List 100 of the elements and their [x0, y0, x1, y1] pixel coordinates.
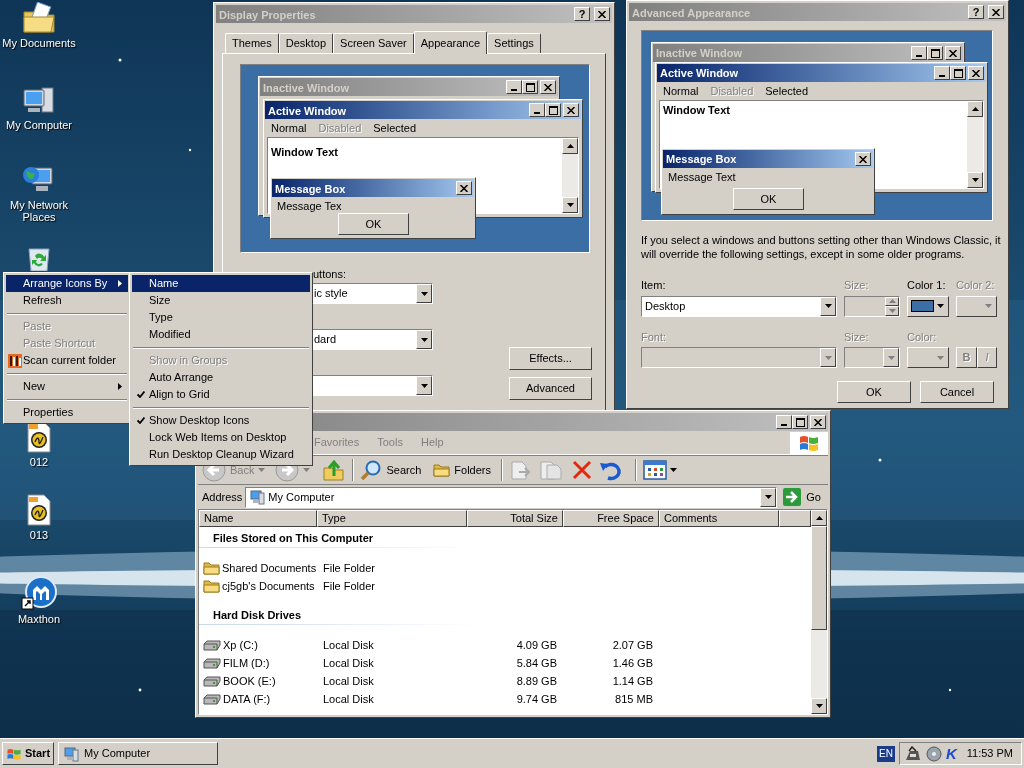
dialog-button[interactable]: OK: [837, 381, 911, 403]
file-name[interactable]: DATA (F:): [223, 690, 271, 708]
close-button[interactable]: [945, 46, 961, 60]
item-dropdown[interactable]: Desktop: [641, 295, 837, 317]
maximize-button[interactable]: [545, 103, 561, 117]
scroll-thumb[interactable]: [811, 526, 827, 630]
tab[interactable]: Desktop: [278, 33, 334, 53]
ok-button[interactable]: OK: [733, 188, 804, 210]
minimize-button[interactable]: [934, 66, 950, 80]
menu-item[interactable]: Properties: [6, 404, 128, 421]
menu-item[interactable]: Auto Arrange: [132, 369, 310, 386]
menu-item[interactable]: Selected: [765, 82, 809, 100]
icon-label[interactable]: My Network Places: [0, 199, 78, 223]
minimize-button[interactable]: [776, 415, 792, 429]
file-name[interactable]: cj5gb's Documents: [222, 577, 315, 595]
caret-icon: [258, 468, 266, 472]
dropdown-button[interactable]: [416, 376, 432, 395]
caret-icon: [937, 355, 944, 360]
scroll-up-button[interactable]: [811, 510, 827, 526]
tab[interactable]: Appearance: [413, 31, 488, 54]
column-header[interactable]: Free Space: [563, 510, 659, 527]
column-header[interactable]: Name: [199, 510, 317, 527]
color-picker-button[interactable]: [907, 295, 949, 317]
menu-item[interactable]: Scan current folder: [6, 352, 128, 369]
drive-icon: [203, 657, 221, 669]
dropdown-button[interactable]: [760, 487, 777, 507]
column-header[interactable]: Type: [317, 510, 467, 527]
scroll-down-button[interactable]: [811, 698, 827, 714]
ok-button[interactable]: OK: [338, 213, 409, 235]
dialog-button[interactable]: Effects...: [509, 347, 592, 370]
file-name[interactable]: BOOK (E:): [223, 672, 276, 690]
close-button[interactable]: [594, 7, 610, 21]
menu-item[interactable]: New: [6, 378, 128, 395]
icon-label[interactable]: Maxthon: [0, 613, 78, 625]
scroll-up-button[interactable]: [562, 138, 578, 154]
file-name[interactable]: FILM (D:): [223, 654, 270, 672]
dialog-button[interactable]: Advanced: [509, 377, 592, 400]
dropdown-button[interactable]: [416, 330, 432, 349]
menu-item[interactable]: Name: [132, 275, 310, 292]
delete-button[interactable]: [571, 459, 593, 481]
maximize-button[interactable]: [950, 66, 966, 80]
menu-item[interactable]: Arrange Icons By: [6, 275, 128, 292]
menu-item[interactable]: Align to Grid: [132, 386, 310, 403]
folders-button[interactable]: Folders: [433, 461, 491, 479]
maximize-button[interactable]: [927, 46, 943, 60]
icon-label[interactable]: My Computer: [0, 119, 78, 131]
table-cell: 2.07 GB: [612, 638, 653, 651]
tab[interactable]: Settings: [487, 33, 541, 53]
menu-item[interactable]: Lock Web Items on Desktop: [132, 429, 310, 446]
dropdown-button[interactable]: [883, 348, 899, 367]
dropdown-button[interactable]: [416, 284, 432, 303]
help-button[interactable]: ?: [968, 5, 984, 19]
menu-item[interactable]: Refresh: [6, 292, 128, 309]
scroll-down-button[interactable]: [967, 172, 983, 188]
close-button[interactable]: [540, 80, 556, 94]
minimize-button[interactable]: [529, 103, 545, 117]
scroll-up-button[interactable]: [967, 101, 983, 117]
close-button[interactable]: [988, 5, 1004, 19]
file-name[interactable]: Shared Documents: [222, 559, 317, 577]
search-button[interactable]: Search: [360, 459, 422, 481]
scroll-down-button[interactable]: [562, 197, 578, 213]
menu-item[interactable]: Normal: [663, 82, 699, 100]
close-button[interactable]: [810, 415, 826, 429]
tab[interactable]: Themes: [225, 33, 279, 53]
help-button[interactable]: ?: [574, 7, 590, 21]
menu-item[interactable]: Type: [132, 309, 310, 326]
close-button[interactable]: [855, 152, 871, 166]
font-dropdown[interactable]: [641, 347, 837, 368]
dropdown-button[interactable]: [820, 348, 836, 367]
icon-label[interactable]: 012: [0, 456, 78, 468]
taskbar-button[interactable]: My Computer: [58, 742, 219, 765]
field-label: Color 2:: [956, 278, 996, 293]
menu-item[interactable]: Normal: [271, 119, 307, 137]
go-button[interactable]: Go: [780, 488, 824, 506]
maximize-button[interactable]: [792, 415, 808, 429]
icon-label[interactable]: My Documents: [0, 37, 78, 49]
font-size-dropdown[interactable]: [844, 347, 900, 368]
address-field[interactable]: My Computer: [245, 486, 778, 508]
column-header[interactable]: Total Size: [467, 510, 563, 527]
close-button[interactable]: [563, 103, 579, 117]
folder-icon: [22, 2, 56, 34]
maximize-button[interactable]: [522, 80, 538, 94]
minimize-button[interactable]: [911, 46, 927, 60]
dialog-button[interactable]: Cancel: [920, 381, 994, 403]
tab[interactable]: Screen Saver: [333, 33, 414, 53]
menu-item[interactable]: Show Desktop Icons: [132, 412, 310, 429]
close-button[interactable]: [456, 181, 472, 195]
tray-app-letter[interactable]: K: [945, 746, 957, 761]
up-arrow-icon: [566, 144, 574, 148]
column-header[interactable]: Comments: [659, 510, 779, 527]
views-button[interactable]: [643, 460, 677, 480]
size-spinner[interactable]: [844, 295, 900, 317]
language-indicator[interactable]: EN: [876, 745, 895, 762]
start-button[interactable]: Start: [2, 742, 55, 765]
icon-label[interactable]: 013: [0, 529, 78, 541]
dropdown-button[interactable]: [820, 296, 836, 316]
file-name[interactable]: Xp (C:): [223, 636, 258, 654]
close-button[interactable]: [968, 66, 984, 80]
minimize-button[interactable]: [506, 80, 522, 94]
menu-item[interactable]: Selected: [373, 119, 417, 137]
